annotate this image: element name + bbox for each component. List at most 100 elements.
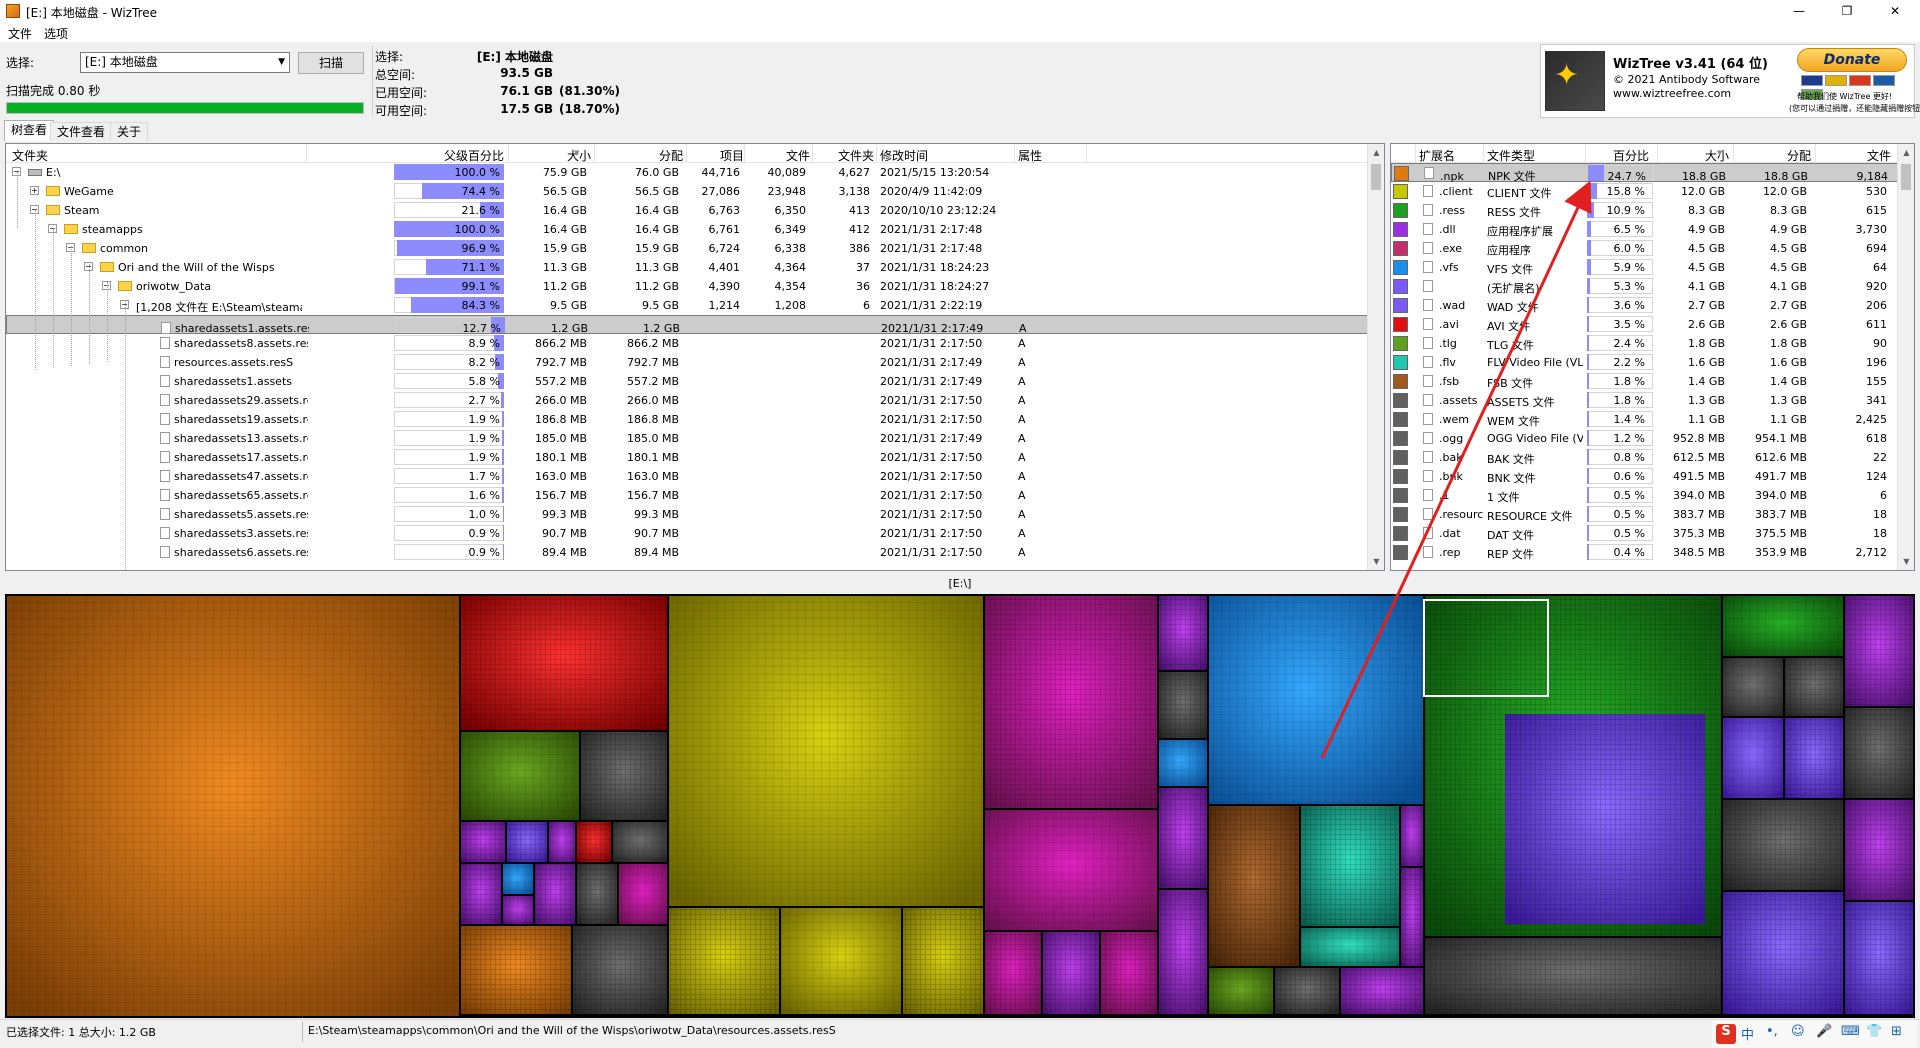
scroll-down-icon[interactable]: ▼ (1898, 553, 1914, 570)
ime-tray-icon[interactable]: ⊞ (1891, 1024, 1902, 1044)
column-divider (1585, 144, 1586, 163)
ime-tray-icon[interactable]: 👕 (1866, 1024, 1882, 1044)
extension-row[interactable]: .wad WAD 文件 3.6 % 2.7 GB 2.7 GB 206 (1391, 296, 1914, 315)
extension-scrollbar[interactable]: ▲ ▼ (1897, 144, 1914, 570)
scroll-thumb[interactable] (1901, 164, 1911, 190)
extension-row[interactable]: .fsb FSB 文件 1.8 % 1.4 GB 1.4 GB 155 (1391, 372, 1914, 391)
tree-column-header[interactable]: 分配 (598, 147, 683, 164)
extension-row[interactable]: .1 1 文件 0.5 % 394.0 MB 394.0 MB 6 (1391, 486, 1914, 505)
tree-column-header[interactable]: 文件 (748, 147, 810, 164)
extension-column-header[interactable]: 扩展名 (1419, 147, 1479, 164)
extension-row[interactable]: .resource RESOURCE 文件 0.5 % 383.7 MB 383.7 M… (1391, 505, 1914, 524)
tree-row[interactable]: sharedassets1.assets.resS 12.7 % 1.2 GB 1.2… (6, 315, 1384, 335)
ime-tray-icon[interactable]: ⌨ (1841, 1024, 1860, 1044)
extension-column-header[interactable]: 文件 (1819, 147, 1891, 164)
tree-column-header[interactable]: 修改时间 (880, 147, 1010, 164)
tree-scrollbar[interactable]: ▲ ▼ (1367, 144, 1384, 570)
extension-row[interactable]: .dll 应用程序扩展 6.5 % 4.9 GB 4.9 GB 3,730 (1391, 220, 1914, 239)
tree-row[interactable]: sharedassets65.assets.resS 1.6 % 156.7 MB 1… (6, 486, 1384, 505)
file-icon (160, 546, 170, 558)
tab-file-view[interactable]: 文件查看 (50, 122, 113, 141)
tree-row[interactable]: − Steam 21.6 % 16.4 GB 16.4 GB 6,763 6,350 413 2… (6, 201, 1384, 220)
extension-column-header[interactable]: 百分比 (1589, 147, 1649, 164)
extension-row[interactable]: .flv FLV Video File (VLC 2.2 % 1.6 GB 1.6 GB… (1391, 353, 1914, 372)
treemap[interactable] (5, 594, 1915, 1018)
extension-files-cell: 2,712 (1855, 546, 1888, 559)
tree-column-header[interactable]: 文件夹 (816, 147, 874, 164)
extension-name: .fsb (1439, 375, 1460, 388)
extension-row[interactable]: .dat DAT 文件 0.5 % 375.3 MB 375.5 MB 18 (1391, 524, 1914, 543)
tree-row[interactable]: − steamapps 100.0 % 16.4 GB 16.4 GB 6,761 6,34… (6, 220, 1384, 239)
scroll-down-icon[interactable]: ▼ (1368, 553, 1384, 570)
tree-items-cell: 6,763 (708, 204, 741, 217)
extension-row[interactable]: (无扩展名) 5.3 % 4.1 GB 4.1 GB 920 (1391, 277, 1914, 296)
tree-row[interactable]: sharedassets17.assets.resS 1.9 % 180.1 MB 1… (6, 448, 1384, 467)
menu-options[interactable]: 选项 (44, 25, 68, 42)
tree-folders-cell: 412 (849, 223, 870, 236)
tab-tree-view[interactable]: 树查看 (4, 120, 55, 141)
tree-row[interactable]: sharedassets3.assets.resS 0.9 % 90.7 MB 90.… (6, 524, 1384, 543)
tree-row[interactable]: − common 96.9 % 15.9 GB 15.9 GB 6,724 6,338 386… (6, 239, 1384, 258)
tree-row[interactable]: sharedassets5.assets.resS 1.0 % 99.3 MB 99.… (6, 505, 1384, 524)
extension-column-header[interactable]: 文件类型 (1487, 147, 1577, 164)
extension-row[interactable]: .npk NPK 文件 24.7 % 18.8 GB 18.8 GB 9,184 (1391, 163, 1914, 183)
minimize-button[interactable]: — (1776, 0, 1822, 22)
ime-tray-icon[interactable]: 中 (1741, 1024, 1754, 1044)
tree-row[interactable]: sharedassets1.assets 5.8 % 557.2 MB 557.2 M… (6, 372, 1384, 391)
extension-pct-cell: 3.5 % (1613, 318, 1645, 331)
expand-toggle-icon[interactable]: + (30, 186, 39, 195)
extension-row[interactable]: .bak BAK 文件 0.8 % 612.5 MB 612.6 MB 22 (1391, 448, 1914, 467)
tree-row[interactable]: + WeGame 74.4 % 56.5 GB 56.5 GB 27,086 23,948 3… (6, 182, 1384, 201)
tree-row[interactable]: sharedassets6.assets.resS 0.9 % 89.4 MB 89.… (6, 543, 1384, 562)
tree-row[interactable]: − E:\ 100.0 % 75.9 GB 76.0 GB 44,716 40,089 4,6… (6, 163, 1384, 182)
extension-row[interactable]: .rep REP 文件 0.4 % 348.5 MB 353.9 MB 2,712 (1391, 543, 1914, 562)
extension-row[interactable]: .ogg OGG Video File (VL 1.2 % 952.8 MB 954.1… (1391, 429, 1914, 448)
ime-tray-icon[interactable]: ☺ (1791, 1024, 1805, 1044)
scroll-up-icon[interactable]: ▲ (1368, 144, 1384, 161)
tree-row[interactable]: − oriwotw_Data 99.1 % 11.2 GB 11.2 GB 4,390 4,… (6, 277, 1384, 296)
tab-about[interactable]: 关于 (110, 122, 149, 141)
tree-name-cell: sharedassets29.assets.resS (160, 394, 308, 407)
tree-row[interactable]: sharedassets8.assets.resS 8.9 % 866.2 MB 86… (6, 334, 1384, 353)
scan-button[interactable]: 扫描 (298, 52, 364, 74)
maximize-button[interactable]: ❐ (1824, 0, 1870, 22)
extension-size-cell: 348.5 MB (1672, 546, 1725, 559)
extension-column-header[interactable]: 分配 (1737, 147, 1811, 164)
donate-button[interactable]: Donate (1797, 48, 1907, 72)
extension-row[interactable]: .client CLIENT 文件 15.8 % 12.0 GB 12.0 GB 530 (1391, 182, 1914, 201)
tree-column-header[interactable]: 项目 (689, 147, 744, 164)
drive-select[interactable]: [E:] 本地磁盘 ▼ (80, 52, 290, 73)
tree-attr-cell: A (1018, 451, 1026, 464)
ime-tray-icon[interactable]: S (1716, 1024, 1736, 1044)
website-link[interactable]: www.wiztreefree.com (1613, 87, 1731, 100)
tree-modified-cell: 2021/1/31 2:17:48 (880, 223, 983, 236)
extension-row[interactable]: .ress RESS 文件 10.9 % 8.3 GB 8.3 GB 615 (1391, 201, 1914, 220)
extension-row[interactable]: .tlg TLG 文件 2.4 % 1.8 GB 1.8 GB 90 (1391, 334, 1914, 353)
extension-alloc-cell: 1.1 GB (1769, 413, 1807, 426)
tree-row[interactable]: sharedassets13.assets.resS 1.9 % 185.0 MB 1… (6, 429, 1384, 448)
treemap-canvas[interactable] (5, 594, 1915, 1018)
tree-row[interactable]: −[1,208 文件在 E:\Steam\steamapps\common\Or… (6, 296, 1384, 315)
treemap-block-grid (1785, 718, 1843, 798)
ime-tray-icon[interactable]: •, (1766, 1024, 1778, 1044)
extension-row[interactable]: .bnk BNK 文件 0.6 % 491.5 MB 491.7 MB 124 (1391, 467, 1914, 486)
scroll-up-icon[interactable]: ▲ (1898, 144, 1914, 161)
scroll-thumb[interactable] (1371, 164, 1381, 190)
extension-row[interactable]: .wem WEM 文件 1.4 % 1.1 GB 1.1 GB 2,425 (1391, 410, 1914, 429)
extension-row[interactable]: .vfs VFS 文件 5.9 % 4.5 GB 4.5 GB 64 (1391, 258, 1914, 277)
tree-column-header[interactable]: 文件夹 (12, 147, 132, 164)
tree-column-header[interactable]: 父级百分比 (314, 147, 504, 164)
extension-row[interactable]: .exe 应用程序 6.0 % 4.5 GB 4.5 GB 694 (1391, 239, 1914, 258)
tree-row[interactable]: sharedassets29.assets.resS 2.7 % 266.0 MB 2… (6, 391, 1384, 410)
ime-tray-icon[interactable]: 🎤 (1816, 1024, 1832, 1044)
tree-row[interactable]: − Ori and the Will of the Wisps 71.1 % 11.3… (6, 258, 1384, 277)
extension-row[interactable]: .assets ASSETS 文件 1.8 % 1.3 GB 1.3 GB 341 (1391, 391, 1914, 410)
extension-row[interactable]: .avi AVI 文件 3.5 % 2.6 GB 2.6 GB 611 (1391, 315, 1914, 334)
tree-row[interactable]: resources.assets.resS 8.2 % 792.7 MB 792.7 … (6, 353, 1384, 372)
treemap-block-grid (781, 908, 901, 1014)
tree-row[interactable]: sharedassets47.assets.resS 1.7 % 163.0 MB 1… (6, 467, 1384, 486)
tree-row[interactable]: sharedassets19.assets.resS 1.9 % 186.8 MB 1… (6, 410, 1384, 429)
tree-column-header[interactable]: 属性 (1018, 147, 1078, 164)
menu-file[interactable]: 文件 (8, 25, 32, 42)
close-button[interactable]: ✕ (1872, 0, 1918, 22)
